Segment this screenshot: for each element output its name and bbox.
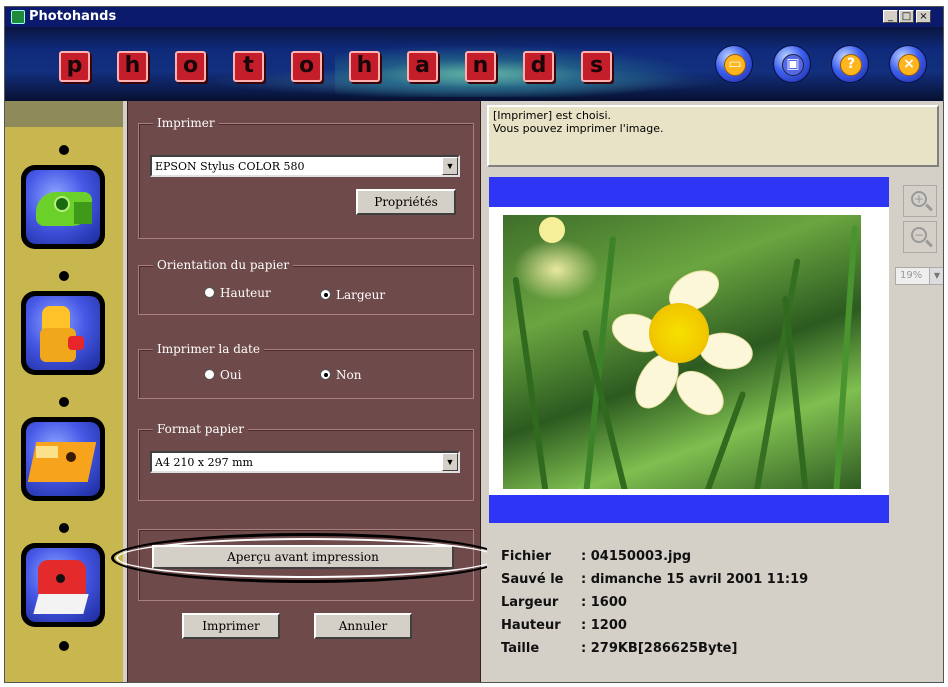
- file-info-key: Hauteur: [501, 618, 561, 633]
- help-button[interactable]: ?: [831, 45, 869, 83]
- logo-letter: n: [465, 51, 496, 82]
- preview-panel: [Imprimer] est choisi. Vous pouvez impri…: [487, 101, 943, 682]
- radio-label: Largeur: [336, 288, 386, 302]
- help-icon: ?: [840, 54, 862, 76]
- background-flower: [539, 217, 565, 243]
- radio-label: Non: [336, 368, 362, 382]
- print-preview-button[interactable]: Aperçu avant impression: [152, 545, 454, 569]
- rail-dot: [59, 523, 69, 533]
- print-settings-panel: Imprimer EPSON Stylus COLOR 580 ▼ Propri…: [127, 101, 481, 682]
- file-info-key: Sauvé le: [501, 572, 564, 587]
- file-info-value: : dimanche 15 avril 2001 11:19: [581, 572, 809, 587]
- logo-letter: o: [175, 51, 206, 82]
- logo-letter: o: [291, 51, 322, 82]
- file-info-row: Sauvé le : dimanche 15 avril 2001 11:19: [501, 572, 931, 592]
- file-info-row: Hauteur : 1200: [501, 618, 931, 638]
- daffodil-center: [649, 303, 709, 363]
- orientation-group: Orientation du papier: [138, 258, 474, 315]
- file-info-row: Fichier : 04150003.jpg: [501, 549, 931, 569]
- kangaroo-tool-button[interactable]: [21, 291, 105, 375]
- open-folder-icon: ▭: [724, 54, 746, 76]
- bird-tool-button[interactable]: [21, 543, 105, 627]
- file-info-key: Taille: [501, 641, 540, 656]
- fox-icon: [26, 422, 100, 496]
- print-preview: [489, 177, 889, 523]
- printer-group: Imprimer: [138, 116, 474, 239]
- zoom-select[interactable]: 19% ▼: [895, 267, 943, 285]
- banner: photohands ▭ ▣ ? ×: [5, 27, 943, 101]
- exit-button[interactable]: ×: [889, 45, 927, 83]
- file-info-row: Taille : 279KB[286625Byte]: [501, 641, 931, 661]
- app-logo: photohands: [59, 51, 639, 87]
- logo-letter: a: [407, 51, 438, 82]
- zoom-out-button[interactable]: −: [903, 221, 937, 253]
- paper-format-value: A4 210 x 297 mm: [155, 456, 253, 469]
- properties-button[interactable]: Propriétés: [356, 189, 456, 215]
- chameleon-tool-button[interactable]: [21, 165, 105, 249]
- file-info-value: : 1200: [581, 618, 627, 633]
- kangaroo-icon: [26, 296, 100, 370]
- minimize-button[interactable]: _: [883, 10, 898, 23]
- window-close-button[interactable]: ×: [916, 10, 931, 23]
- radio-button-selected[interactable]: [320, 369, 331, 380]
- title-bar: Photohands _ □ ×: [5, 7, 943, 27]
- zoom-in-button[interactable]: +: [903, 185, 937, 217]
- logo-letter: p: [59, 51, 90, 82]
- radio-label: Hauteur: [220, 286, 271, 300]
- printer-select[interactable]: EPSON Stylus COLOR 580 ▼: [150, 155, 460, 177]
- zoom-level: 19%: [900, 270, 923, 281]
- window-title: Photohands: [29, 9, 117, 24]
- radio-button-selected[interactable]: [320, 289, 331, 300]
- radio-label: Oui: [220, 368, 242, 382]
- rail-dot: [59, 145, 69, 155]
- file-info-value: : 04150003.jpg: [581, 549, 692, 564]
- chevron-down-icon[interactable]: ▼: [442, 157, 458, 175]
- bird-icon: [26, 548, 100, 622]
- cancel-button[interactable]: Annuler: [314, 613, 412, 639]
- radio-button[interactable]: [204, 287, 215, 298]
- chevron-down-icon[interactable]: ▼: [442, 453, 458, 471]
- status-line-1: [Imprimer] est choisi.: [493, 109, 612, 122]
- tool-rail: [5, 101, 123, 682]
- rail-dot: [59, 641, 69, 651]
- open-folder-button[interactable]: ▭: [715, 45, 753, 83]
- file-info-value: : 279KB[286625Byte]: [581, 641, 738, 656]
- close-icon: ×: [898, 54, 920, 76]
- printer-group-label: Imprimer: [153, 116, 219, 130]
- chameleon-icon: [26, 170, 100, 244]
- paper-format-group-label: Format papier: [153, 422, 248, 436]
- date-group: Imprimer la date: [138, 342, 474, 399]
- file-info-key: Fichier: [501, 549, 551, 564]
- file-info-row: Largeur : 1600: [501, 595, 931, 615]
- maximize-button[interactable]: □: [899, 10, 914, 23]
- rail-dot: [59, 397, 69, 407]
- rail-header: [5, 101, 123, 127]
- logo-letter: s: [581, 51, 612, 82]
- fox-tool-button[interactable]: [21, 417, 105, 501]
- rail-dot: [59, 271, 69, 281]
- logo-letter: d: [523, 51, 554, 82]
- file-info-value: : 1600: [581, 595, 627, 610]
- logo-letter: h: [117, 51, 148, 82]
- logo-letter: t: [233, 51, 264, 82]
- save-button[interactable]: ▣: [773, 45, 811, 83]
- daffodil-photo: [503, 215, 861, 489]
- printer-select-value: EPSON Stylus COLOR 580: [155, 160, 305, 173]
- logo-letter: h: [349, 51, 380, 82]
- date-group-label: Imprimer la date: [153, 342, 264, 356]
- app-icon: [11, 10, 25, 24]
- file-info-key: Largeur: [501, 595, 559, 610]
- app-window: Photohands _ □ × photohands ▭ ▣ ? × Impr…: [4, 6, 944, 683]
- print-button[interactable]: Imprimer: [182, 613, 280, 639]
- status-message-box: [Imprimer] est choisi. Vous pouvez impri…: [487, 105, 939, 167]
- preview-page: [489, 207, 889, 495]
- orientation-group-label: Orientation du papier: [153, 258, 294, 272]
- paper-format-select[interactable]: A4 210 x 297 mm ▼: [150, 451, 460, 473]
- chevron-down-icon[interactable]: ▼: [929, 268, 943, 284]
- status-line-2: Vous pouvez imprimer l'image.: [493, 122, 664, 135]
- radio-button[interactable]: [204, 369, 215, 380]
- save-disk-icon: ▣: [782, 54, 804, 76]
